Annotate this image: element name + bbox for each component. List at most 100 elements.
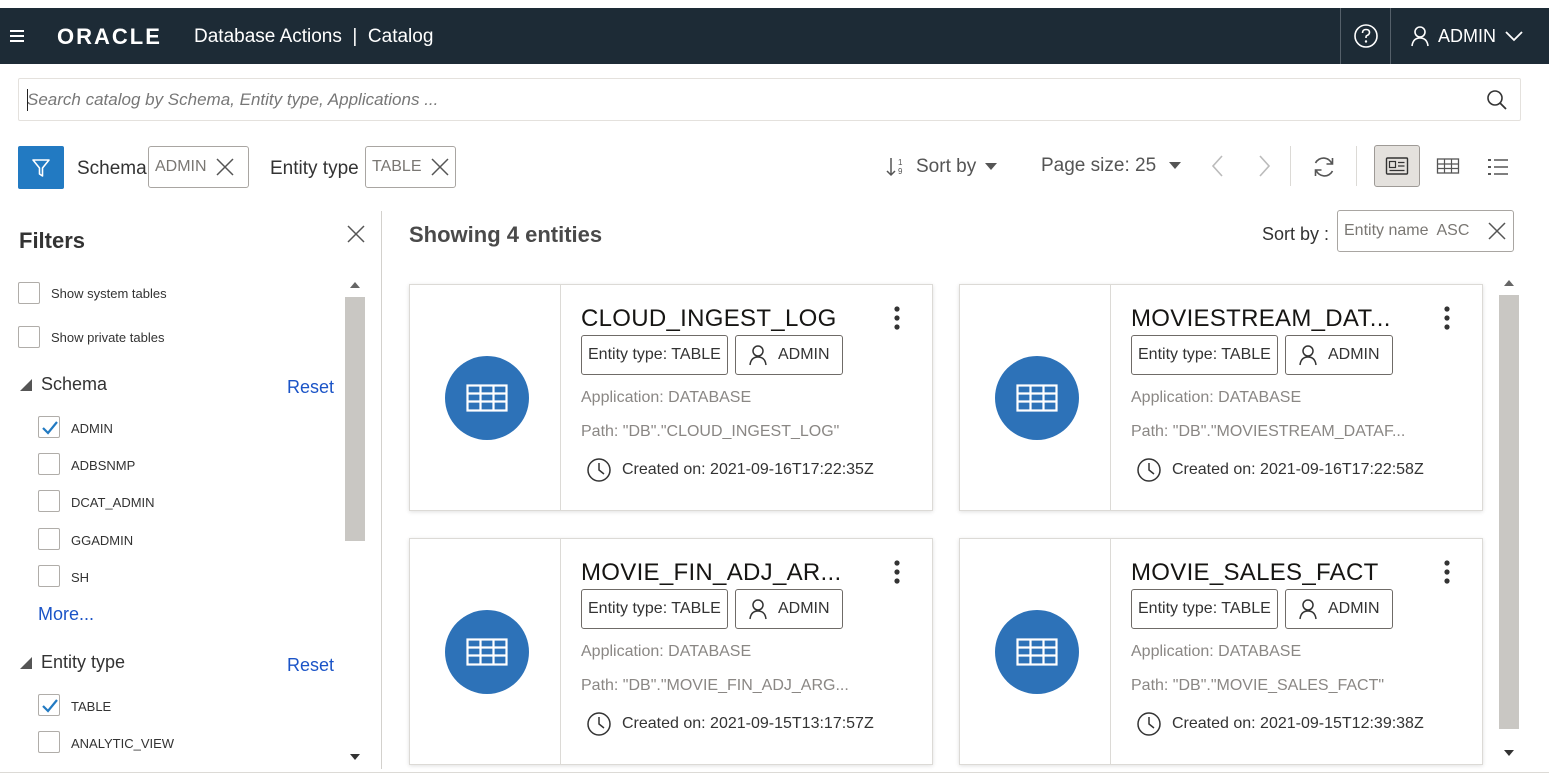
entity-icon-panel: [960, 539, 1111, 764]
results-count: Showing 4 entities: [409, 222, 603, 247]
catalog-search: [18, 78, 1521, 121]
card-view-icon: [1385, 156, 1409, 176]
created-on: Created on: 2021-09-16T17:22:58Z: [1136, 457, 1424, 483]
card-view-button[interactable]: [1374, 145, 1420, 187]
schema-option-label: GGADMIN: [71, 533, 134, 548]
clock-icon: [586, 711, 612, 737]
schema-checkbox-ggadmin[interactable]: [38, 528, 60, 550]
schema-filter-value: ADMIN: [155, 158, 207, 175]
show-private-tables-checkbox[interactable]: [18, 326, 40, 348]
close-icon[interactable]: [430, 157, 450, 177]
schema-filter-chip[interactable]: ADMIN: [148, 146, 249, 188]
scroll-up-arrow-icon[interactable]: [349, 281, 361, 289]
schema-more-link[interactable]: More...: [38, 604, 94, 625]
toolbar-divider: [1356, 146, 1357, 186]
filter-icon: [31, 157, 51, 179]
more-actions-icon[interactable]: [1443, 305, 1451, 331]
schema-option-label: ADBSNMP: [71, 458, 136, 473]
more-actions-icon[interactable]: [1443, 559, 1451, 585]
table-view-icon[interactable]: [1436, 156, 1460, 176]
refresh-icon[interactable]: [1311, 154, 1337, 180]
schema-section-toggle[interactable]: Schema: [19, 374, 107, 395]
filters-scrollbar[interactable]: [344, 275, 366, 769]
schema-option-label: SH: [71, 570, 90, 585]
table-entity-icon: [995, 610, 1079, 694]
schema-checkbox-adbsnmp[interactable]: [38, 453, 60, 475]
entity-icon-panel: [960, 285, 1111, 510]
entity-type-badge: Entity type: TABLE: [1131, 589, 1278, 629]
created-on-text: Created on: 2021-09-16T17:22:35Z: [622, 461, 874, 478]
clock-icon: [1136, 711, 1162, 737]
hamburger-menu-icon[interactable]: [8, 26, 26, 46]
entity-card[interactable]: CLOUD_INGEST_LOG Entity type: TABLE ADMI…: [409, 284, 933, 511]
results-scrollbar[interactable]: [1498, 271, 1520, 769]
entity-type-checkbox-analytic-view[interactable]: [38, 731, 60, 753]
table-entity-icon: [445, 610, 529, 694]
search-icon[interactable]: [1486, 89, 1508, 111]
panel-divider: [381, 211, 382, 769]
entity-type-filter-value: TABLE: [372, 158, 422, 175]
help-icon[interactable]: [1353, 23, 1379, 49]
more-actions-icon[interactable]: [893, 305, 901, 331]
user-icon: [748, 344, 768, 366]
entity-card[interactable]: MOVIE_SALES_FACT Entity type: TABLE ADMI…: [959, 538, 1483, 765]
entity-type-checkbox-table[interactable]: [38, 694, 60, 716]
entity-type-option-label: TABLE: [71, 699, 112, 714]
application-text: Application: DATABASE: [1131, 643, 1302, 660]
entity-type-badge: Entity type: TABLE: [1131, 335, 1278, 375]
sort-by-dropdown[interactable]: 19 Sort by: [884, 155, 998, 179]
schema-checkbox-admin[interactable]: [38, 416, 60, 438]
schema-checkbox-sh[interactable]: [38, 565, 60, 587]
entity-card[interactable]: MOVIE_FIN_ADJ_AR... Entity type: TABLE A…: [409, 538, 933, 765]
schema-section-title: Schema: [41, 374, 108, 394]
entity-type-section-toggle[interactable]: Entity type: [19, 652, 125, 673]
next-page-icon[interactable]: [1254, 152, 1274, 180]
entity-card[interactable]: MOVIESTREAM_DAT... Entity type: TABLE AD…: [959, 284, 1483, 511]
page-size-dropdown[interactable]: Page size: 25: [1041, 155, 1182, 177]
entity-name[interactable]: MOVIE_FIN_ADJ_AR...: [581, 559, 841, 587]
application-text: Application: DATABASE: [1131, 389, 1302, 406]
entity-type-filter-chip[interactable]: TABLE: [365, 146, 456, 188]
schema-option-label: DCAT_ADMIN: [71, 495, 155, 510]
entity-name[interactable]: CLOUD_INGEST_LOG: [581, 305, 837, 333]
schema-reset-link[interactable]: Reset: [287, 377, 334, 398]
scrollbar-thumb[interactable]: [1499, 295, 1519, 729]
show-system-tables-checkbox[interactable]: [18, 282, 40, 304]
entity-type-text: Entity type: TABLE: [588, 600, 721, 617]
entity-name[interactable]: MOVIE_SALES_FACT: [1131, 559, 1379, 587]
user-name: ADMIN: [1438, 25, 1496, 46]
created-on: Created on: 2021-09-15T13:17:57Z: [586, 711, 874, 737]
entity-type-reset-link[interactable]: Reset: [287, 655, 334, 676]
created-on-text: Created on: 2021-09-15T12:39:38Z: [1172, 715, 1424, 732]
entity-type-option-label: ANALYTIC_VIEW: [71, 736, 175, 751]
results-sort-chip[interactable]: Entity name ASC: [1337, 210, 1514, 252]
close-icon[interactable]: [215, 157, 235, 177]
svg-text:1: 1: [898, 158, 903, 167]
owner-badge: ADMIN: [1285, 589, 1393, 629]
close-filters-icon[interactable]: [346, 224, 366, 244]
path-text: Path: "DB"."MOVIE_SALES_FACT": [1131, 677, 1385, 694]
scroll-up-arrow-icon[interactable]: [1503, 279, 1515, 287]
schema-checkbox-dcat-admin[interactable]: [38, 490, 60, 512]
user-menu[interactable]: ADMIN: [1410, 23, 1524, 49]
filter-toggle-button[interactable]: [18, 146, 64, 189]
list-view-icon[interactable]: [1486, 156, 1510, 178]
more-actions-icon[interactable]: [893, 559, 901, 585]
close-icon[interactable]: [1487, 221, 1507, 241]
scrollbar-thumb[interactable]: [345, 297, 365, 541]
user-icon: [1298, 344, 1318, 366]
bottom-border: [0, 772, 1549, 773]
app-header: ORACLE Database Actions | Catalog ADMIN: [0, 8, 1549, 64]
scroll-down-arrow-icon[interactable]: [349, 753, 361, 761]
owner-badge: ADMIN: [1285, 335, 1393, 375]
scroll-down-arrow-icon[interactable]: [1503, 749, 1515, 757]
entity-type-text: Entity type: TABLE: [1138, 346, 1271, 363]
header-divider: [1390, 8, 1391, 64]
show-system-tables-label: Show system tables: [51, 286, 167, 301]
table-entity-icon: [995, 356, 1079, 440]
entity-name[interactable]: MOVIESTREAM_DAT...: [1131, 305, 1391, 333]
sort-by-label: Sort by: [916, 156, 977, 177]
search-input[interactable]: [27, 85, 1467, 115]
created-on-text: Created on: 2021-09-15T13:17:57Z: [622, 715, 874, 732]
previous-page-icon[interactable]: [1208, 152, 1228, 180]
